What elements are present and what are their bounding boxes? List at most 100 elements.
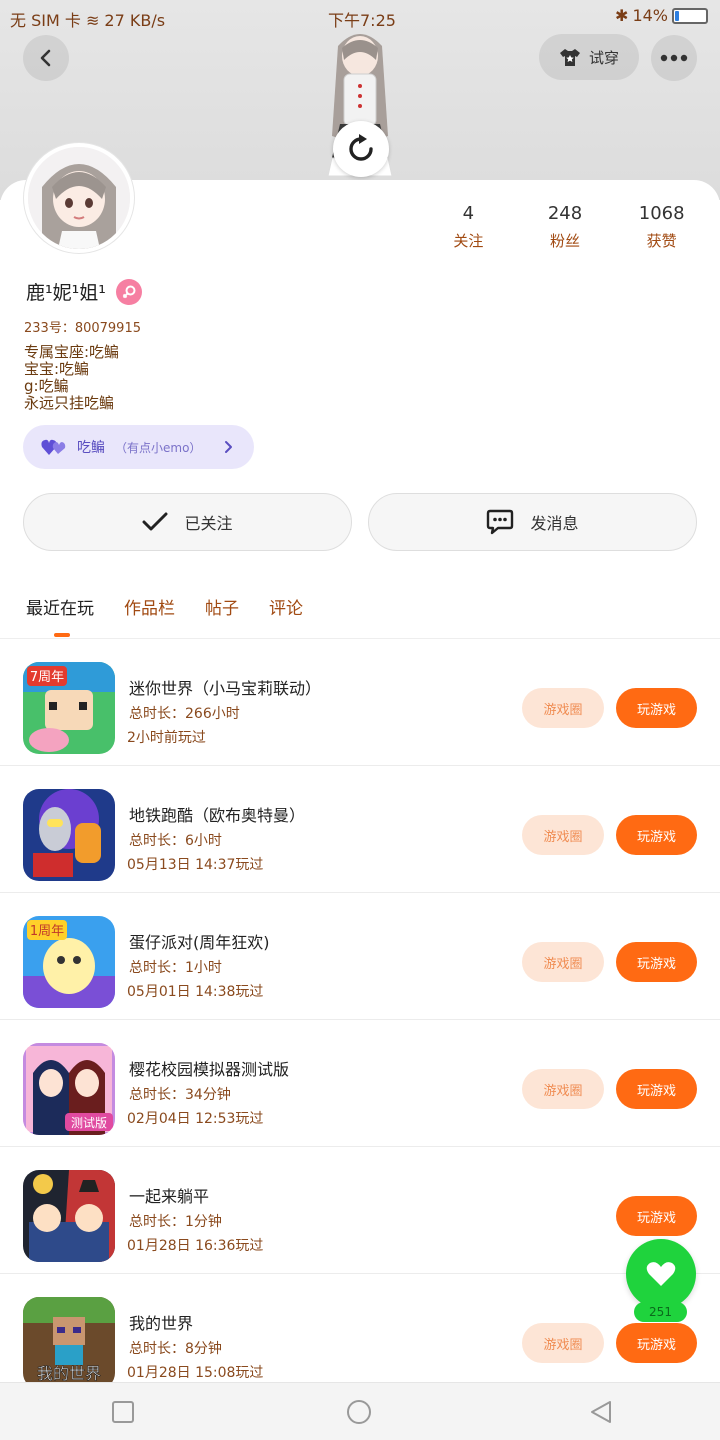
game-row[interactable]: 测试版 樱花校园模拟器测试版 总时长：34分钟 02月04日 12:53玩过 游… bbox=[0, 1020, 720, 1147]
following-label: 已关注 bbox=[184, 514, 233, 533]
svg-text:测试版: 测试版 bbox=[71, 1115, 107, 1130]
game-circle-button[interactable]: 游戏圈 bbox=[522, 1069, 604, 1109]
battery-icon bbox=[672, 7, 708, 24]
mood-label: 吃鳊 bbox=[77, 440, 105, 456]
game-last-played: 05月01日 14:38玩过 bbox=[127, 984, 264, 1000]
profile-tabs: 最近在玩 作品栏 帖子 评论 bbox=[26, 594, 303, 619]
play-game-button[interactable]: 玩游戏 bbox=[616, 942, 697, 982]
game-row[interactable]: 1周年 蛋仔派对(周年狂欢) 总时长：1小时 05月01日 14:38玩过 游戏… bbox=[0, 893, 720, 1020]
recent-apps-icon[interactable] bbox=[110, 1399, 136, 1425]
female-icon bbox=[115, 278, 142, 305]
bio-line: 永远只挂吃鳊 bbox=[24, 394, 115, 412]
switch-avatar-button[interactable] bbox=[333, 121, 389, 177]
game-row[interactable]: 7周年 迷你世界（小马宝莉联动） 总时长：266小时 2小时前玩过 游戏圈 玩游… bbox=[0, 639, 720, 766]
game-circle-button[interactable]: 游戏圈 bbox=[522, 688, 604, 728]
user-id: 233号：80079915 bbox=[24, 321, 141, 336]
profile-name: 鹿¹妮¹姐¹ bbox=[26, 282, 106, 304]
stat-value: 248 bbox=[547, 203, 583, 224]
recent-games-list: 7周年 迷你世界（小马宝莉联动） 总时长：266小时 2小时前玩过 游戏圈 玩游… bbox=[0, 639, 720, 1401]
status-right: ✱ 14% bbox=[615, 6, 708, 25]
bluetooth-icon: ✱ bbox=[615, 6, 629, 25]
play-game-button[interactable]: 玩游戏 bbox=[616, 1196, 697, 1236]
double-heart-icon bbox=[41, 439, 66, 455]
floating-like-button[interactable] bbox=[626, 1239, 696, 1309]
name-row: 鹿¹妮¹姐¹ bbox=[26, 278, 142, 305]
game-icon: 我的世界 bbox=[23, 1297, 115, 1389]
battery-percent: 14% bbox=[632, 6, 668, 25]
tab-works[interactable]: 作品栏 bbox=[124, 594, 175, 619]
more-dots-icon bbox=[660, 54, 688, 62]
mood-subtext: （有点小emo） bbox=[115, 440, 202, 455]
back-nav-icon[interactable] bbox=[588, 1399, 614, 1425]
bio-line: 宝宝:吃鳊 bbox=[24, 360, 90, 378]
tab-posts[interactable]: 帖子 bbox=[205, 594, 239, 619]
bio-line: 专属宝座:吃鳊 bbox=[24, 343, 120, 361]
stat-following[interactable]: 4 关注 bbox=[420, 203, 517, 251]
stat-label: 获赞 bbox=[646, 232, 677, 250]
shirt-icon bbox=[559, 49, 580, 66]
game-duration: 总时长：8分钟 bbox=[129, 1341, 222, 1357]
more-button[interactable] bbox=[651, 35, 697, 81]
game-duration: 总时长：1分钟 bbox=[129, 1214, 222, 1230]
stat-likes[interactable]: 1068 获赞 bbox=[613, 203, 710, 251]
game-title: 迷你世界（小马宝莉联动） bbox=[129, 679, 322, 698]
game-circle-button[interactable]: 游戏圈 bbox=[522, 942, 604, 982]
game-row[interactable]: 一起来躺平 总时长：1分钟 01月28日 16:36玩过 玩游戏 bbox=[0, 1147, 720, 1274]
game-title: 蛋仔派对(周年狂欢) bbox=[129, 933, 270, 952]
home-icon[interactable] bbox=[346, 1399, 372, 1425]
game-title: 一起来躺平 bbox=[129, 1187, 210, 1206]
status-network: 无 SIM 卡 ≋ 27 KB/s bbox=[10, 11, 166, 30]
game-circle-button[interactable]: 游戏圈 bbox=[522, 1323, 604, 1363]
following-button[interactable]: 已关注 bbox=[23, 493, 352, 551]
game-icon bbox=[23, 789, 115, 881]
mood-status-pill[interactable]: 吃鳊 （有点小emo） bbox=[23, 425, 254, 469]
chat-bubble-icon bbox=[487, 509, 514, 535]
game-circle-button[interactable]: 游戏圈 bbox=[522, 815, 604, 855]
avatar-portrait bbox=[28, 147, 130, 249]
game-last-played: 01月28日 16:36玩过 bbox=[127, 1238, 264, 1254]
send-message-label: 发消息 bbox=[530, 514, 579, 533]
game-icon bbox=[23, 1170, 115, 1262]
stat-label: 关注 bbox=[453, 232, 484, 250]
play-game-button[interactable]: 玩游戏 bbox=[616, 1069, 697, 1109]
system-navigation-bar bbox=[0, 1382, 720, 1440]
back-button[interactable] bbox=[23, 35, 69, 81]
game-icon: 7周年 bbox=[23, 662, 115, 754]
active-tab-indicator bbox=[54, 633, 70, 637]
svg-text:1周年: 1周年 bbox=[30, 924, 64, 939]
game-row[interactable]: 地铁跑酷（欧布奥特曼） 总时长：6小时 05月13日 14:37玩过 游戏圈 玩… bbox=[0, 766, 720, 893]
game-last-played: 05月13日 14:37玩过 bbox=[127, 857, 264, 873]
stat-value: 4 bbox=[462, 203, 475, 224]
play-game-button[interactable]: 玩游戏 bbox=[616, 1323, 697, 1363]
dress-up-button[interactable]: 试穿 bbox=[539, 34, 639, 80]
bio-line: g:吃鳊 bbox=[24, 377, 69, 395]
stat-followers[interactable]: 248 粉丝 bbox=[517, 203, 614, 251]
profile-bio: 专属宝座:吃鳊 宝宝:吃鳊 g:吃鳊 永远只挂吃鳊 bbox=[24, 344, 119, 412]
game-icon: 1周年 bbox=[23, 916, 115, 1008]
dress-up-label: 试穿 bbox=[588, 48, 619, 67]
tab-comments[interactable]: 评论 bbox=[269, 594, 303, 619]
game-duration: 总时长：34分钟 bbox=[129, 1087, 231, 1103]
game-icon: 测试版 bbox=[23, 1043, 115, 1135]
game-title: 地铁跑酷（欧布奥特曼） bbox=[129, 806, 306, 825]
game-duration: 总时长：6小时 bbox=[129, 833, 222, 849]
chevron-right-icon bbox=[225, 441, 232, 453]
avatar[interactable] bbox=[24, 143, 134, 253]
tab-recent-played[interactable]: 最近在玩 bbox=[26, 594, 94, 619]
refresh-icon bbox=[349, 134, 373, 161]
play-game-button[interactable]: 玩游戏 bbox=[616, 688, 697, 728]
chevron-left-icon bbox=[40, 49, 51, 67]
stat-label: 粉丝 bbox=[550, 232, 581, 250]
like-count-badge: 251 bbox=[634, 1302, 687, 1322]
svg-text:我的世界: 我的世界 bbox=[37, 1364, 101, 1383]
game-last-played: 2小时前玩过 bbox=[127, 730, 206, 746]
game-last-played: 02月04日 12:53玩过 bbox=[127, 1111, 264, 1127]
play-game-button[interactable]: 玩游戏 bbox=[616, 815, 697, 855]
check-icon bbox=[142, 512, 168, 531]
game-duration: 总时长：1小时 bbox=[129, 960, 222, 976]
game-duration: 总时长：266小时 bbox=[129, 706, 240, 722]
game-title: 樱花校园模拟器测试版 bbox=[129, 1060, 290, 1079]
send-message-button[interactable]: 发消息 bbox=[368, 493, 697, 551]
stat-value: 1068 bbox=[638, 203, 685, 224]
game-last-played: 01月28日 15:08玩过 bbox=[127, 1365, 264, 1381]
